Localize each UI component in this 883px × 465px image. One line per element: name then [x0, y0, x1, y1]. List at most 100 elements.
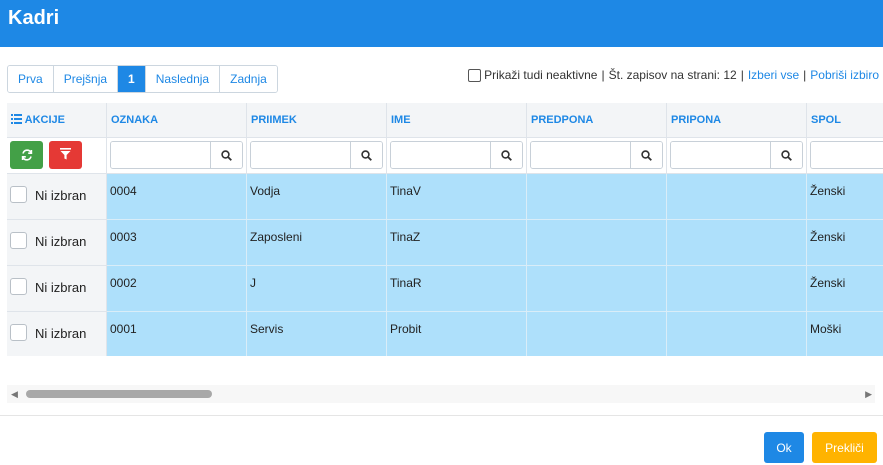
cell-ime: TinaZ [387, 220, 527, 266]
search-icon [501, 149, 512, 161]
row-select-checkbox[interactable] [10, 278, 27, 295]
dialog-titlebar: Kadri [0, 0, 883, 47]
search-icon [781, 149, 792, 161]
cell-ime: TinaR [387, 266, 527, 312]
clear-filter-button[interactable] [49, 141, 82, 169]
cell-priimek: Zaposleni [247, 220, 387, 266]
filter-predpona-search-button[interactable] [630, 142, 662, 168]
filter-ime-search-button[interactable] [490, 142, 522, 168]
select-all-link[interactable]: Izberi vse [748, 68, 799, 82]
table-row[interactable]: Ni izbran 0001 Servis Probit Moški [7, 312, 883, 356]
separator: | [601, 68, 605, 82]
search-icon [361, 149, 372, 161]
cell-spol: Moški [807, 312, 883, 356]
dialog-title: Kadri [8, 7, 60, 29]
table-row[interactable]: Ni izbran 0004 Vodja TinaV Ženski [7, 174, 883, 220]
row-select-checkbox[interactable] [10, 186, 27, 203]
cell-ime: TinaV [387, 174, 527, 220]
cell-oznaka: 0004 [107, 174, 247, 220]
cell-predpona [527, 266, 667, 312]
cell-predpona [527, 312, 667, 356]
row-select-label: Ni izbran [35, 234, 87, 249]
cell-pripona [667, 266, 807, 312]
col-header-pripona[interactable]: PRIPONA [667, 103, 807, 138]
pagination: Prva Prejšnja 1 Naslednja Zadnja [7, 65, 278, 93]
arrow-right-icon[interactable]: ▶ [865, 389, 872, 400]
show-inactive-label[interactable]: Prikaži tudi neaktivne [484, 68, 597, 82]
filter-actions-cell [7, 138, 107, 174]
col-header-actions-label: AKCIJE [24, 114, 65, 126]
filter-oznaka-cell [107, 138, 247, 174]
table-options: Prikaži tudi neaktivne | Št. zapisov na … [468, 68, 879, 82]
filter-predpona-cell [527, 138, 667, 174]
page-next-button[interactable]: Naslednja [145, 66, 221, 92]
cell-spol: Ženski [807, 266, 883, 312]
table-row[interactable]: Ni izbran 0002 J TinaR Ženski [7, 266, 883, 312]
filter-ime-input[interactable] [391, 142, 490, 168]
ok-button[interactable]: Ok [764, 432, 804, 463]
cell-oznaka: 0002 [107, 266, 247, 312]
col-header-spol[interactable]: SPOL [807, 103, 883, 138]
filter-priimek-search-button[interactable] [350, 142, 382, 168]
cell-priimek: Vodja [247, 174, 387, 220]
filter-predpona-input[interactable] [531, 142, 630, 168]
filter-spol-input[interactable] [811, 142, 883, 168]
col-header-oznaka[interactable]: OZNAKA [107, 103, 247, 138]
cell-priimek: Servis [247, 312, 387, 356]
cell-pripona [667, 174, 807, 220]
cell-predpona [527, 174, 667, 220]
filter-pripona-search-button[interactable] [770, 142, 802, 168]
search-icon [221, 149, 232, 161]
filter-priimek-cell [247, 138, 387, 174]
row-select-cell: Ni izbran [7, 220, 107, 266]
show-inactive-checkbox[interactable] [468, 68, 482, 82]
cell-oznaka: 0001 [107, 312, 247, 356]
filter-spol-cell [807, 138, 883, 174]
separator: | [740, 68, 744, 82]
table-row[interactable]: Ni izbran 0003 Zaposleni TinaZ Ženski [7, 220, 883, 266]
row-select-checkbox[interactable] [10, 324, 27, 341]
cell-pripona [667, 312, 807, 356]
filter-priimek-input[interactable] [251, 142, 350, 168]
col-header-predpona[interactable]: PREDPONA [527, 103, 667, 138]
col-header-priimek[interactable]: PRIIMEK [247, 103, 387, 138]
page-last-button[interactable]: Zadnja [220, 66, 277, 92]
cell-pripona [667, 220, 807, 266]
filter-icon [60, 148, 71, 160]
row-select-checkbox[interactable] [10, 232, 27, 249]
filter-oznaka-search-button[interactable] [210, 142, 242, 168]
clear-selection-link[interactable]: Pobriši izbiro [810, 68, 879, 82]
row-select-cell: Ni izbran [7, 174, 107, 220]
cell-ime: Probit [387, 312, 527, 356]
arrow-left-icon[interactable]: ◀ [11, 389, 18, 400]
cancel-button[interactable]: Prekliči [812, 432, 877, 463]
cell-oznaka: 0003 [107, 220, 247, 266]
table-header-row: AKCIJE OZNAKA PRIIMEK IME PREDPONA PRIPO… [7, 103, 883, 138]
footer-divider [0, 415, 883, 416]
records-per-page-label: Št. zapisov na strani: 12 [608, 68, 737, 82]
cell-predpona [527, 220, 667, 266]
filter-ime-cell [387, 138, 527, 174]
filter-pripona-cell [667, 138, 807, 174]
separator: | [803, 68, 807, 82]
horizontal-scrollbar[interactable]: ◀ ▶ [7, 385, 875, 403]
col-header-actions: AKCIJE [7, 103, 107, 138]
refresh-icon [21, 149, 32, 161]
filter-pripona-input[interactable] [671, 142, 770, 168]
filter-oznaka-input[interactable] [111, 142, 210, 168]
scrollbar-thumb[interactable] [26, 390, 212, 398]
cell-spol: Ženski [807, 174, 883, 220]
col-header-ime[interactable]: IME [387, 103, 527, 138]
list-icon [11, 114, 22, 124]
page-current-button[interactable]: 1 [118, 66, 146, 92]
row-select-label: Ni izbran [35, 280, 87, 295]
search-icon [641, 149, 652, 161]
row-select-label: Ni izbran [35, 326, 87, 341]
page-first-button[interactable]: Prva [8, 66, 54, 92]
refresh-button[interactable] [10, 141, 43, 169]
row-select-cell: Ni izbran [7, 266, 107, 312]
table-filter-row [7, 138, 883, 174]
row-select-cell: Ni izbran [7, 312, 107, 356]
page-prev-button[interactable]: Prejšnja [53, 66, 119, 92]
row-select-label: Ni izbran [35, 188, 87, 203]
